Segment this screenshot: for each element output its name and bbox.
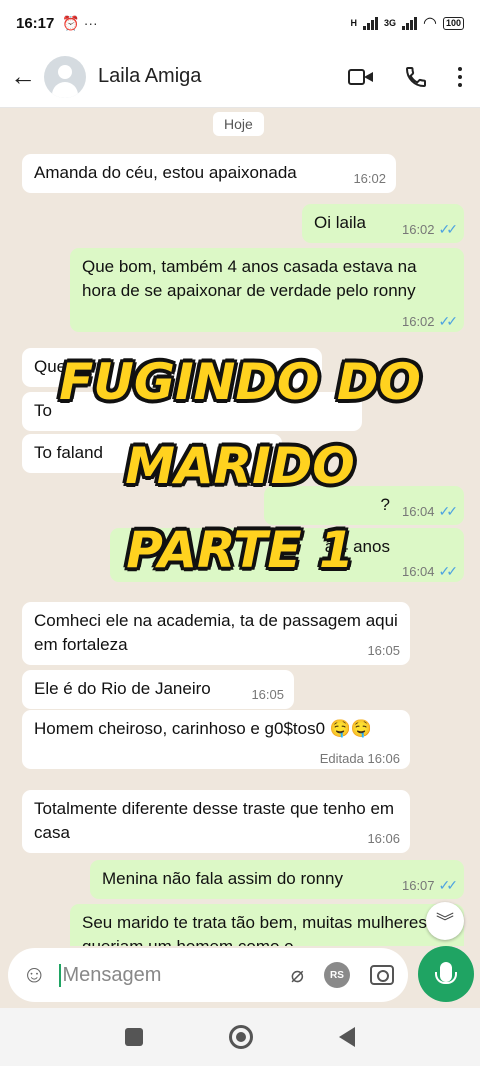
message-time: 16:05 — [367, 643, 400, 658]
status-extra-icons: ⏰ ··· — [62, 14, 98, 31]
message-text: Homem cheiroso, carinhoso e g0$tos0 🤤🤤 — [34, 719, 373, 738]
status-time: 16:17 — [16, 14, 55, 32]
message-meta: 16:07 ✓✓ — [401, 877, 459, 893]
message-outgoing[interactable]: Que bom, também 4 anos casada estava na … — [70, 248, 464, 332]
emoji-icon[interactable]: ☺ — [22, 961, 47, 989]
message-outgoing[interactable]: Seu marido te trata tão bem, muitas mulh… — [70, 904, 464, 946]
message-text: Que bom, também 4 anos casada estava na … — [82, 257, 417, 300]
message-incoming[interactable]: Comheci ele na academia, ta de passagem … — [22, 602, 410, 665]
double-check-icon: ✓✓ — [438, 877, 459, 893]
back-button[interactable] — [339, 1027, 355, 1047]
chat-header: ← Laila Amiga — [0, 46, 480, 108]
message-meta: 16:02 ✓✓ — [401, 221, 459, 237]
recents-button[interactable] — [125, 1028, 143, 1046]
message-meta: 16:02 ✓✓ — [401, 313, 459, 329]
message-text: To faland — [34, 443, 103, 462]
message-text: To — [34, 401, 52, 420]
double-check-icon: ✓✓ — [438, 503, 459, 519]
double-check-icon: ✓✓ — [438, 313, 459, 329]
message-outgoing[interactable]: 16:04 ✓✓ ? — [264, 486, 464, 525]
signal-icon-2 — [402, 16, 417, 30]
message-text: ? — [380, 495, 390, 514]
system-nav-bar — [0, 1008, 480, 1066]
message-text: Comheci ele na academia, ta de passagem … — [34, 611, 398, 654]
scroll-down-icon[interactable]: ︾ — [426, 902, 464, 940]
status-bar: 16:17 ⏰ ··· H 3G ◠ 100 — [0, 0, 480, 46]
message-outgoing[interactable]: 16:07 ✓✓ Menina não fala assim do ronny — [90, 860, 464, 899]
message-text: a 4 anos — [324, 537, 390, 556]
message-meta: 16:04 ✓✓ — [401, 563, 459, 579]
camera-icon[interactable] — [370, 965, 394, 985]
contact-name[interactable]: Laila Amiga — [98, 65, 201, 88]
message-time: 16:05 — [251, 687, 284, 702]
message-text: Seu marido te trata tão bem, muitas mulh… — [82, 913, 427, 946]
avatar-icon[interactable] — [44, 55, 86, 98]
message-input[interactable] — [58, 963, 249, 987]
message-time: Editada 16:06 — [319, 751, 400, 766]
signal-icon — [362, 16, 378, 30]
message-outgoing[interactable]: 16:02 ✓✓ Oi laila — [302, 204, 464, 243]
message-text: Totalmente diferente desse traste que te… — [34, 799, 395, 842]
video-call-icon[interactable] — [348, 67, 374, 87]
message-text: Ele é do Rio de Janeiro — [34, 679, 211, 698]
home-button[interactable] — [229, 1025, 253, 1049]
message-incoming[interactable]: Que — [22, 348, 322, 387]
double-check-icon: ✓✓ — [438, 221, 459, 237]
payment-icon[interactable]: RS — [324, 962, 350, 988]
message-text: Menina não fala assim do ronny — [102, 869, 343, 888]
menu-icon[interactable] — [458, 66, 462, 87]
message-incoming[interactable]: To — [22, 392, 362, 431]
message-composer: ☺ ⌀ RS — [8, 948, 408, 1002]
message-incoming[interactable]: 16:02 Amanda do céu, estou apaixonada — [22, 154, 396, 193]
message-time: 16:06 — [367, 831, 400, 846]
phone-icon[interactable] — [404, 65, 428, 89]
message-incoming[interactable]: 16:05 Ele é do Rio de Janeiro — [22, 670, 294, 709]
wifi-icon: ◠ — [423, 15, 437, 32]
attach-icon[interactable]: ⌀ — [291, 962, 304, 988]
back-arrow-icon[interactable]: ← — [10, 61, 36, 92]
message-time: 16:02 — [353, 171, 386, 186]
mic-button[interactable] — [418, 946, 474, 1002]
message-outgoing[interactable]: 16:04 ✓✓ a 4 anos — [110, 528, 464, 582]
double-check-icon: ✓✓ — [438, 563, 459, 579]
network-type-1: H — [350, 18, 357, 28]
message-text: Que — [34, 357, 67, 376]
network-type-2: 3G — [383, 18, 396, 28]
message-incoming[interactable]: To faland — [22, 434, 282, 473]
message-text: Oi laila — [314, 213, 366, 232]
mic-icon — [435, 962, 457, 984]
message-incoming[interactable]: Totalmente diferente desse traste que te… — [22, 790, 410, 853]
battery-icon: 100 — [442, 16, 464, 30]
message-text: Amanda do céu, estou apaixonada — [34, 163, 297, 182]
day-chip: Hoje — [213, 112, 264, 136]
chat-area[interactable]: Hoje 16:02 Amanda do céu, estou apaixona… — [0, 108, 480, 946]
message-incoming[interactable]: Homem cheiroso, carinhoso e g0$tos0 🤤🤤 E… — [22, 710, 410, 769]
message-meta: 16:04 ✓✓ — [401, 503, 459, 519]
